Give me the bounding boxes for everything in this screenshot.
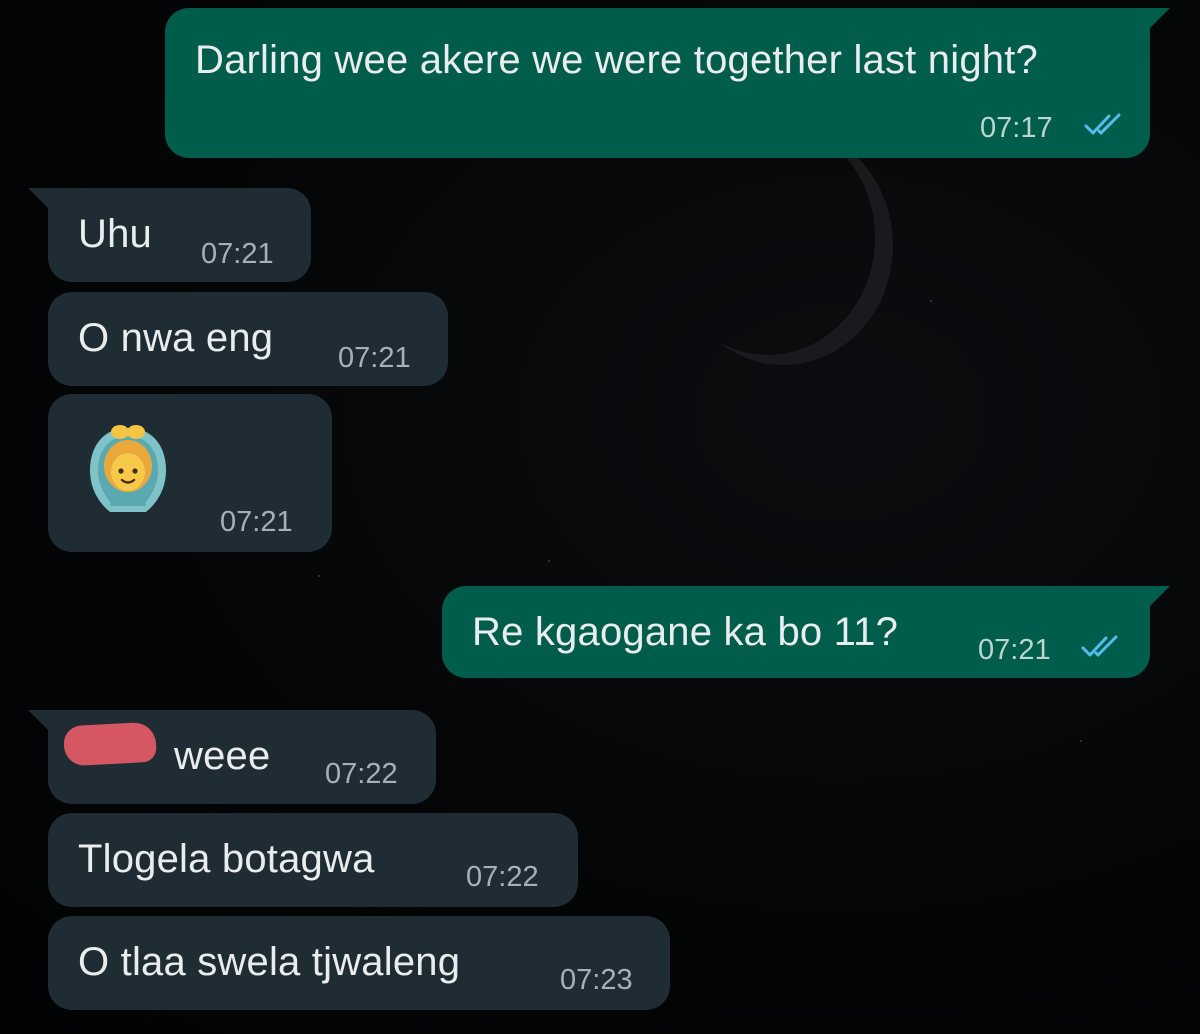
message-incoming[interactable]: O tlaa swela tjwaleng 07:23 <box>48 916 670 1010</box>
message-time: 07:21 <box>220 506 293 538</box>
message-incoming[interactable]: Uhu 07:21 <box>28 188 311 282</box>
message-time: 07:21 <box>201 238 274 270</box>
star <box>548 560 550 562</box>
message-time: 07:21 <box>338 342 411 374</box>
message-incoming[interactable]: O nwa eng 07:21 <box>48 292 448 386</box>
star <box>1080 740 1082 742</box>
message-time: 07:23 <box>560 964 633 996</box>
double-check-read-icon <box>1084 113 1121 135</box>
message-outgoing[interactable]: Re kgaogane ka bo 11? 07:21 <box>442 586 1170 678</box>
chat-area[interactable]: Darling wee akere we were together last … <box>0 0 1200 1034</box>
message-time: 07:22 <box>466 861 539 893</box>
message-time: 07:21 <box>978 634 1051 666</box>
message-text: O nwa eng <box>78 316 274 360</box>
redaction-mark <box>63 721 157 767</box>
message-incoming[interactable]: 07:21 <box>48 394 332 552</box>
message-text: Tlogela botagwa <box>78 837 375 881</box>
message-time: 07:17 <box>980 112 1053 144</box>
message-text: Re kgaogane ka bo 11? <box>472 610 899 654</box>
message-text: weee <box>174 734 271 778</box>
message-incoming[interactable]: weee 07:22 <box>28 710 436 804</box>
message-text: Darling wee akere we were together last … <box>195 38 1038 82</box>
message-text: O tlaa swela tjwaleng <box>78 940 461 984</box>
message-text: Uhu <box>78 212 152 256</box>
message-outgoing[interactable]: Darling wee akere we were together last … <box>165 8 1170 158</box>
double-check-read-icon <box>1081 635 1118 657</box>
message-time: 07:22 <box>325 758 398 790</box>
star <box>930 300 932 302</box>
message-incoming[interactable]: Tlogela botagwa 07:22 <box>48 813 578 907</box>
star <box>318 575 320 577</box>
woman-gesturing-ok-icon <box>90 425 166 512</box>
